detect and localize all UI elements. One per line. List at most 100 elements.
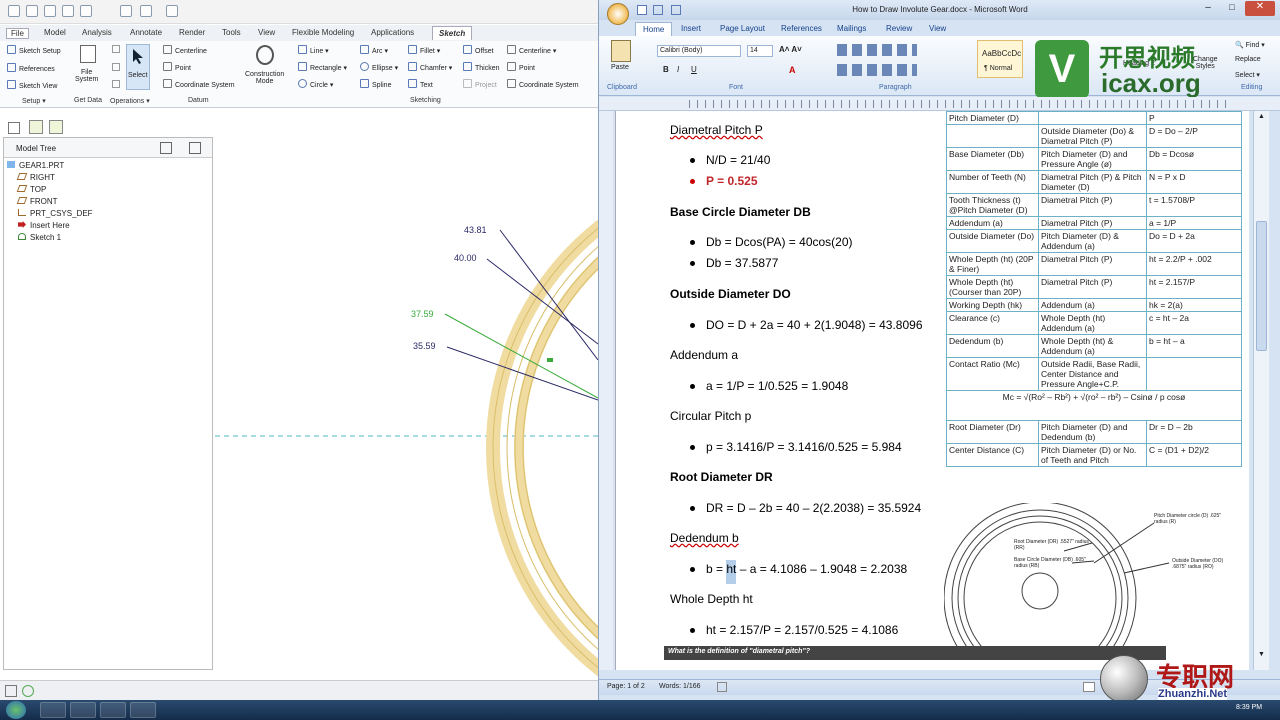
cut-icon[interactable]: [112, 45, 120, 53]
tab-insert[interactable]: Insert: [681, 24, 701, 33]
sketch-view-button[interactable]: Sketch View: [7, 80, 57, 90]
start-button[interactable]: [6, 701, 26, 719]
page-count[interactable]: Page: 1 of 2: [607, 683, 645, 690]
close-window-icon[interactable]: [166, 5, 178, 17]
tree-settings-icon[interactable]: [160, 142, 172, 154]
paste-icon[interactable]: [611, 40, 631, 62]
offset-tool[interactable]: Offset: [463, 45, 494, 55]
sketch-coordinate-system-tool[interactable]: Coordinate System: [507, 79, 579, 89]
arc-tool[interactable]: Arc ▾: [360, 45, 388, 55]
group-operations[interactable]: Operations ▾: [110, 97, 150, 105]
sketch-setup-button[interactable]: Sketch Setup: [7, 45, 61, 55]
tree-item-gear1[interactable]: GEAR1.PRT: [7, 161, 64, 170]
copy-icon[interactable]: [112, 63, 120, 71]
rectangle-tool[interactable]: Rectangle ▾: [298, 62, 347, 72]
list-buttons[interactable]: [837, 44, 917, 56]
sketch-canvas[interactable]: 43.81 40.00 37.59 35.59: [215, 118, 598, 678]
sketch-point-tool[interactable]: Point: [507, 62, 535, 72]
project-tool[interactable]: Project: [463, 79, 497, 89]
sketch-centerline-tool[interactable]: Centerline ▾: [507, 45, 556, 55]
tree-item-csys[interactable]: PRT_CSYS_DEF: [18, 209, 93, 218]
paste-button[interactable]: Paste: [611, 64, 629, 71]
tab-mailings[interactable]: Mailings: [837, 24, 866, 33]
tab-flexible-modeling[interactable]: Flexible Modeling: [292, 28, 354, 37]
taskbar-creo-icon[interactable]: [40, 702, 66, 718]
tab-references[interactable]: References: [781, 24, 822, 33]
tree-item-top[interactable]: TOP: [16, 185, 46, 194]
proofing-icon[interactable]: [717, 682, 727, 692]
regenerate-icon[interactable]: [120, 5, 132, 17]
file-system-button[interactable]: File System: [75, 69, 98, 83]
selected-text[interactable]: ht: [726, 560, 737, 584]
thicken-tool[interactable]: Thicken: [463, 62, 500, 72]
fillet-tool[interactable]: Fillet ▾: [408, 45, 440, 55]
tab-home[interactable]: Home: [635, 22, 673, 36]
taskbar-chrome-icon[interactable]: [130, 702, 156, 718]
tab-view[interactable]: View: [258, 28, 275, 37]
minimize-button[interactable]: –: [1197, 2, 1219, 16]
tree-columns-icon[interactable]: [189, 142, 201, 154]
circle-tool[interactable]: Circle ▾: [298, 79, 333, 89]
tab-annotate[interactable]: Annotate: [130, 28, 162, 37]
tree-item-right[interactable]: RIGHT: [16, 173, 55, 182]
dimension-35-59[interactable]: 35.59: [413, 341, 436, 351]
redo-icon[interactable]: [80, 5, 92, 17]
open-icon[interactable]: [26, 5, 38, 17]
tree-item-sketch1[interactable]: Sketch 1: [18, 233, 61, 242]
tab-tools[interactable]: Tools: [222, 28, 241, 37]
replace-button[interactable]: Replace: [1235, 56, 1261, 63]
new-icon[interactable]: [8, 5, 20, 17]
vertical-ruler[interactable]: [599, 111, 613, 670]
tab-review[interactable]: Review: [886, 24, 912, 33]
close-button[interactable]: ✕: [1245, 1, 1275, 16]
tab-view[interactable]: View: [929, 24, 946, 33]
vertical-scrollbar[interactable]: ▲ ▼: [1253, 111, 1269, 670]
dimension-43-81[interactable]: 43.81: [464, 225, 487, 235]
tab-applications[interactable]: Applications: [371, 28, 414, 37]
tree-item-insert-here[interactable]: Insert Here: [18, 221, 70, 230]
underline-button[interactable]: U: [691, 65, 697, 74]
clock[interactable]: 8:39 PM: [1236, 704, 1262, 711]
find-button[interactable]: 🔍 Find ▾: [1235, 41, 1265, 49]
ellipse-tool[interactable]: Ellipse ▾: [360, 62, 398, 72]
taskbar-explorer-icon[interactable]: [100, 702, 126, 718]
text-tool[interactable]: Text: [408, 79, 433, 89]
grow-font-button[interactable]: A˄ A˅: [779, 45, 802, 54]
style-normal[interactable]: AaBbCcDc ¶ Normal: [977, 40, 1023, 78]
scroll-up-icon[interactable]: ▲: [1256, 113, 1267, 123]
word-count[interactable]: Words: 1/166: [659, 683, 701, 690]
tab-sketch[interactable]: Sketch: [432, 26, 473, 40]
folder-browser-tab-icon[interactable]: [29, 120, 43, 134]
model-tree-tab-icon[interactable]: [8, 122, 20, 134]
layout-icon[interactable]: [5, 685, 17, 697]
print-layout-icon[interactable]: [1083, 682, 1095, 692]
dimension-40-00[interactable]: 40.00: [454, 253, 477, 263]
align-buttons[interactable]: [837, 64, 917, 76]
datum-point-button[interactable]: Point: [163, 62, 191, 72]
bold-button[interactable]: B: [663, 65, 669, 74]
construction-mode-icon[interactable]: [256, 45, 274, 65]
taskbar-window-icon[interactable]: [70, 702, 96, 718]
tab-render[interactable]: Render: [179, 28, 205, 37]
font-name-select[interactable]: Calibri (Body): [657, 45, 741, 57]
save-icon[interactable]: [44, 5, 56, 17]
favorites-tab-icon[interactable]: [49, 120, 63, 134]
undo-icon[interactable]: [62, 5, 74, 17]
regen-status-icon[interactable]: [22, 685, 34, 697]
file-menu[interactable]: File: [6, 28, 29, 39]
tab-model[interactable]: Model: [44, 28, 66, 37]
references-button[interactable]: References: [7, 63, 55, 73]
datum-centerline-button[interactable]: Centerline: [163, 45, 207, 55]
datum-coordinate-system-button[interactable]: Coordinate System: [163, 79, 235, 89]
maximize-button[interactable]: □: [1221, 2, 1243, 16]
select-button[interactable]: Select: [126, 44, 150, 90]
font-color-button[interactable]: A: [789, 65, 796, 75]
italic-button[interactable]: I: [677, 65, 679, 74]
chamfer-tool[interactable]: Chamfer ▾: [408, 62, 452, 72]
windows-icon[interactable]: [140, 5, 152, 17]
scroll-thumb[interactable]: [1256, 221, 1267, 351]
horizontal-ruler[interactable]: [599, 97, 1280, 111]
construction-mode-button[interactable]: Construction Mode: [245, 71, 284, 85]
font-size-select[interactable]: 14: [747, 45, 773, 57]
file-system-icon[interactable]: [80, 45, 96, 63]
